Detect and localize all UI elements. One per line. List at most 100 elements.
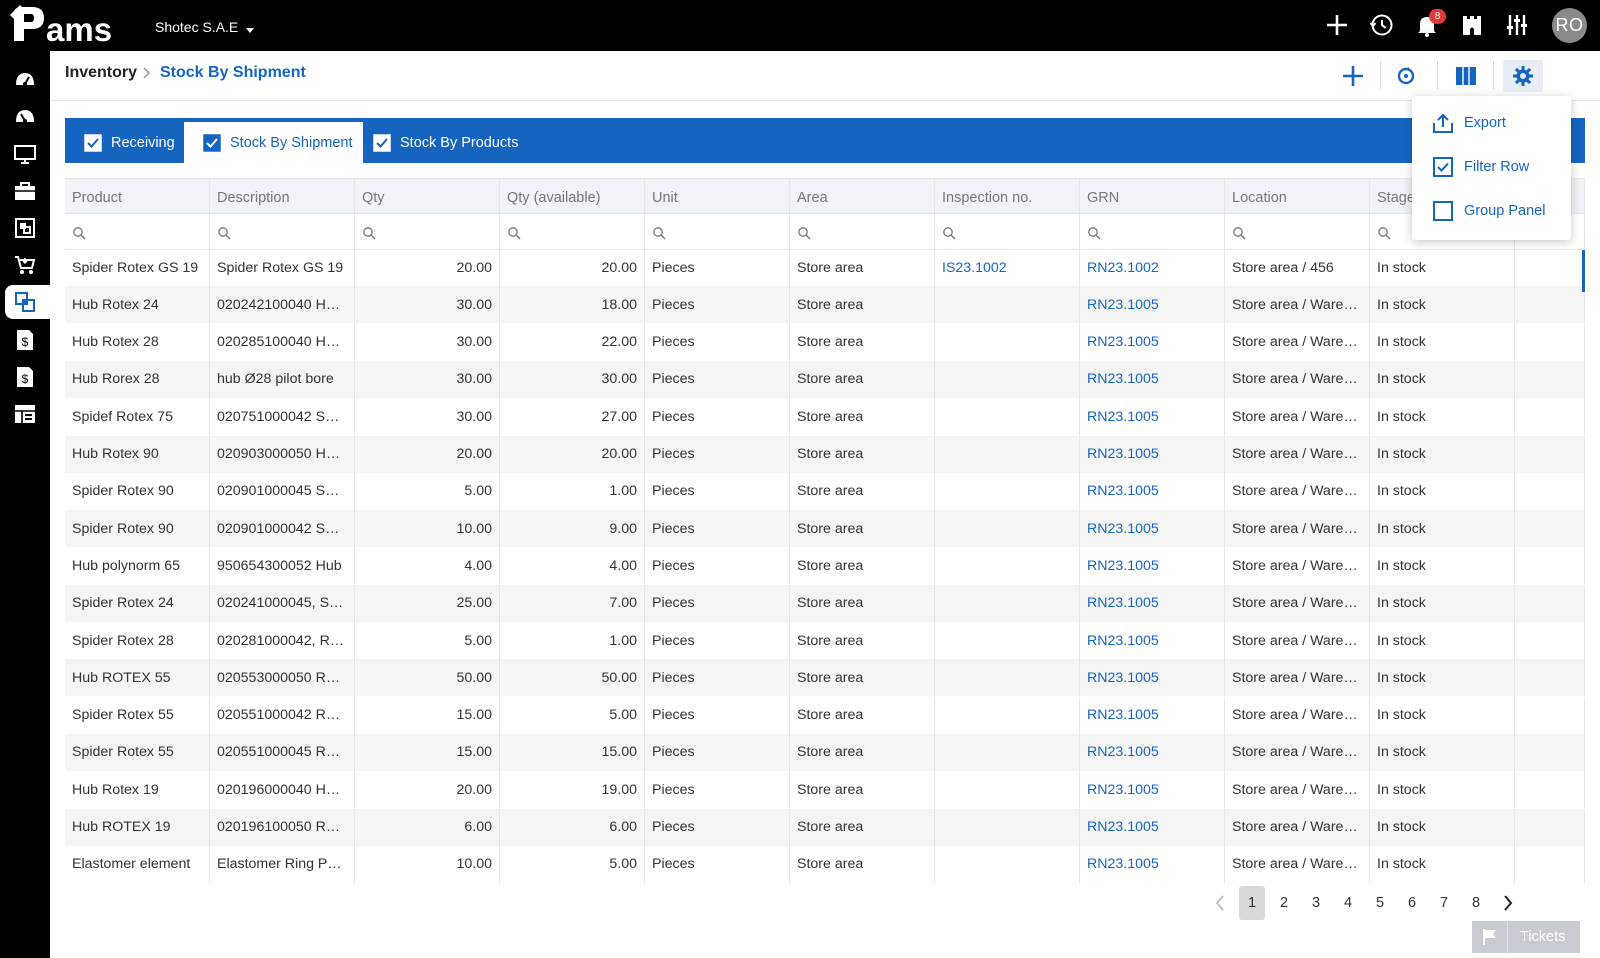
monitor-icon[interactable] bbox=[5, 137, 50, 171]
cell-grn[interactable]: RN23.1005 bbox=[1080, 435, 1225, 473]
cell-grn[interactable]: RN23.1005 bbox=[1080, 733, 1225, 771]
column-header-qty[interactable]: Qty bbox=[355, 179, 500, 216]
table-row[interactable]: Spider Rotex 55 020551000045 Rotex 15.00 15… bbox=[65, 733, 1585, 771]
page-8[interactable]: 8 bbox=[1463, 886, 1489, 920]
table-row[interactable]: Spidef Rotex 75020751000042 SPIDER30.002… bbox=[65, 398, 1585, 436]
cart-icon[interactable] bbox=[5, 248, 50, 282]
table-row[interactable]: Hub Rotex 24020242100040 Hub Rotex 2430.… bbox=[65, 286, 1585, 324]
page-5[interactable]: 5 bbox=[1367, 886, 1393, 920]
table-row[interactable]: Elastomer elementElastomer Ring Polyuret… bbox=[65, 845, 1585, 883]
table-row[interactable]: Spider Rotex 28 020281000042, Rotex 5.00 1.… bbox=[65, 622, 1585, 659]
column-header-description[interactable]: Description bbox=[210, 179, 355, 216]
cell-product: Hub Rotex 90 bbox=[65, 435, 210, 473]
column-header-inspection-no[interactable]: Inspection no. bbox=[935, 179, 1080, 216]
cell-area: Store area bbox=[790, 435, 935, 473]
cell-area: Store area bbox=[790, 360, 935, 398]
table-row[interactable]: Hub Rotex 19020196000040 Hub Rotex 1920.… bbox=[65, 771, 1585, 809]
page-2[interactable]: 2 bbox=[1271, 886, 1297, 920]
invoice-icon[interactable]: $ bbox=[5, 323, 50, 357]
cell-grn[interactable]: RN23.1005 bbox=[1080, 845, 1225, 883]
cell-grn[interactable]: RN23.1005 bbox=[1080, 771, 1225, 809]
filter-cell[interactable] bbox=[790, 214, 935, 251]
refresh-icon[interactable] bbox=[1386, 60, 1426, 92]
cell-grn[interactable]: RN23.1005 bbox=[1080, 622, 1225, 659]
chevron-right-icon[interactable] bbox=[1495, 886, 1521, 920]
plus-icon[interactable] bbox=[1322, 10, 1352, 40]
scrollbar[interactable] bbox=[1582, 250, 1585, 292]
columns-icon[interactable] bbox=[1446, 60, 1486, 92]
cell-grn[interactable]: RN23.1005 bbox=[1080, 808, 1225, 846]
filter-cell[interactable] bbox=[500, 214, 645, 251]
cell-grn[interactable]: RN23.1005 bbox=[1080, 659, 1225, 697]
page-7[interactable]: 7 bbox=[1431, 886, 1457, 920]
page-4[interactable]: 4 bbox=[1335, 886, 1361, 920]
cell-grn[interactable]: RN23.1005 bbox=[1080, 472, 1225, 510]
cell-grn[interactable]: RN23.1002 bbox=[1080, 249, 1225, 286]
tab-receiving[interactable]: Receiving bbox=[65, 122, 185, 163]
column-header-product[interactable]: Product bbox=[65, 179, 210, 216]
cell-product: Hub Rotex 19 bbox=[65, 771, 210, 809]
history-icon[interactable] bbox=[1367, 10, 1397, 40]
table-row[interactable]: Spider Rotex 90020901000045 SPIDER5.001.… bbox=[65, 472, 1585, 510]
filter-cell[interactable] bbox=[210, 214, 355, 251]
cell-grn[interactable]: RN23.1005 bbox=[1080, 360, 1225, 398]
dashboard-icon[interactable] bbox=[5, 63, 50, 97]
column-header-qty-available[interactable]: Qty (available) bbox=[500, 179, 645, 216]
gear-icon[interactable] bbox=[1503, 60, 1543, 92]
tab-stock-by-products[interactable]: Stock By Products bbox=[354, 122, 528, 163]
page-6[interactable]: 6 bbox=[1399, 886, 1425, 920]
pams-logo[interactable]: ams bbox=[10, 5, 130, 48]
cell-grn[interactable]: RN23.1005 bbox=[1080, 286, 1225, 324]
menu-item-filter-row[interactable]: Filter Row bbox=[1432, 154, 1529, 180]
cell-grn[interactable]: RN23.1005 bbox=[1080, 323, 1225, 361]
filter-cell[interactable] bbox=[65, 214, 210, 251]
filter-cell[interactable] bbox=[355, 214, 500, 251]
column-header-location[interactable]: Location bbox=[1225, 179, 1370, 216]
bell-icon[interactable]: 8 bbox=[1412, 9, 1446, 40]
briefcase-icon[interactable] bbox=[5, 174, 50, 208]
page-1[interactable]: 1 bbox=[1239, 886, 1265, 920]
filter-cell[interactable] bbox=[1080, 214, 1225, 251]
sliders-icon[interactable] bbox=[1502, 10, 1532, 40]
tickets-button[interactable]: Tickets bbox=[1472, 921, 1580, 953]
table-row[interactable]: Hub ROTEX 55020553000050 ROTEX50.0050.00… bbox=[65, 659, 1585, 697]
filter-cell[interactable] bbox=[935, 214, 1080, 251]
table-row[interactable]: Spider Rotex 55 020551000042 Rotex 15.00 5.… bbox=[65, 696, 1585, 734]
filter-cell[interactable] bbox=[645, 214, 790, 251]
table-row[interactable]: Hub ROTEX 19020196100050 ROTEX6.006.00Pi… bbox=[65, 808, 1585, 846]
filter-cell[interactable] bbox=[1225, 214, 1370, 251]
menu-item-group-panel[interactable]: Group Panel bbox=[1432, 198, 1545, 224]
castle-icon[interactable] bbox=[1457, 10, 1487, 40]
cell-grn[interactable]: RN23.1005 bbox=[1080, 547, 1225, 585]
breadcrumb-root[interactable]: Inventory bbox=[65, 64, 137, 82]
dashboard-alt-icon[interactable] bbox=[5, 100, 50, 134]
table-row[interactable]: Hub Rorex 28 hub Ø28 pilot bore 30.00 30.00… bbox=[65, 360, 1585, 398]
add-icon[interactable] bbox=[1333, 60, 1373, 92]
user-avatar[interactable]: RO bbox=[1552, 8, 1587, 43]
reports-icon[interactable] bbox=[5, 397, 50, 431]
cell-extra bbox=[1515, 360, 1585, 398]
table-row[interactable]: Hub polynorm 65 950654300052 Hub 4.00 4.00 P… bbox=[65, 547, 1585, 585]
table-row[interactable]: Spider Rotex 90020901000042 SPIDER10.009… bbox=[65, 510, 1585, 548]
cell-inspection-no[interactable]: IS23.1002 bbox=[935, 249, 1080, 286]
chevron-left-icon[interactable] bbox=[1207, 886, 1233, 920]
page-3[interactable]: 3 bbox=[1303, 886, 1329, 920]
table-row[interactable]: Spider Rotex 24 020241000045, Spider 25.00… bbox=[65, 584, 1585, 622]
inventory-icon[interactable] bbox=[5, 211, 50, 245]
table-row[interactable]: Hub Rotex 90020903000050 Hub Rotex 9020.… bbox=[65, 435, 1585, 473]
table-row[interactable]: Spider Rotex GS 19 Spider Rotex GS 19 20.0… bbox=[65, 249, 1585, 286]
table-row[interactable]: Hub Rotex 28020285100040 Hub Rotex 2830.… bbox=[65, 323, 1585, 361]
cell-grn[interactable]: RN23.1005 bbox=[1080, 584, 1225, 622]
menu-item-export[interactable]: Export bbox=[1432, 110, 1506, 136]
stock-icon[interactable] bbox=[5, 285, 50, 319]
cell-description: 020196100050 ROTEX bbox=[210, 808, 355, 846]
column-header-area[interactable]: Area bbox=[790, 179, 935, 216]
invoice-alt-icon[interactable]: $ bbox=[5, 360, 50, 394]
tab-stock-by-shipment[interactable]: Stock By Shipment bbox=[184, 122, 363, 163]
cell-grn[interactable]: RN23.1005 bbox=[1080, 510, 1225, 548]
cell-grn[interactable]: RN23.1005 bbox=[1080, 696, 1225, 734]
column-header-grn[interactable]: GRN bbox=[1080, 179, 1225, 216]
company-selector[interactable]: Shotec S.A.E bbox=[155, 19, 255, 35]
cell-grn[interactable]: RN23.1005 bbox=[1080, 398, 1225, 436]
column-header-unit[interactable]: Unit bbox=[645, 179, 790, 216]
